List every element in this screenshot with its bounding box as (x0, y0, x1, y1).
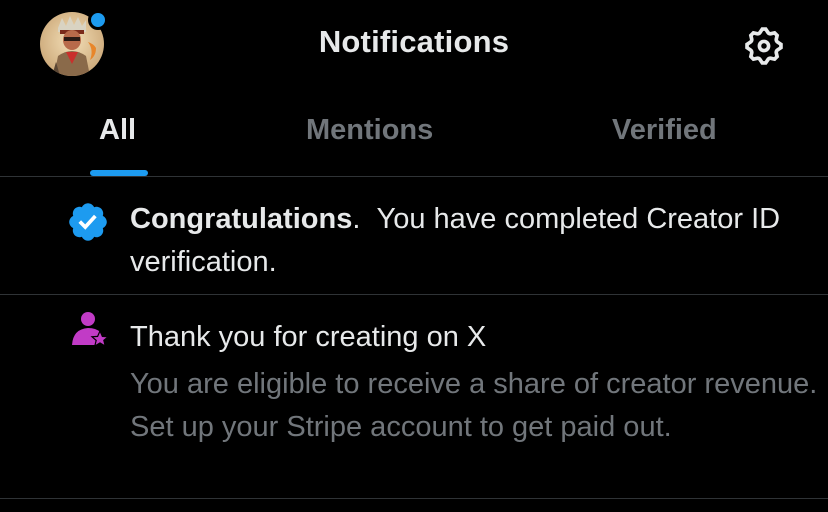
title-punctuation: . (352, 203, 361, 235)
notification-body: You are eligible to receive a share of c… (130, 368, 818, 443)
creator-star-icon (70, 311, 110, 356)
tab-verified[interactable]: Verified (560, 96, 828, 176)
top-header: Notifications (0, 0, 828, 88)
page-title: Notifications (318, 24, 510, 59)
tab-all-label: All (99, 114, 137, 146)
notification-text: Congratulations. You have completed Crea… (130, 198, 810, 284)
notification-tabs: All Mentions Verified (0, 96, 828, 176)
verified-badge-icon (66, 200, 110, 249)
notification-title: Thank you for creating on X (130, 321, 487, 353)
notification-divider (0, 498, 828, 499)
tab-mentions[interactable]: Mentions (240, 96, 520, 176)
notification-title: Congratulations (130, 203, 353, 235)
settings-button[interactable] (742, 24, 786, 68)
tab-mentions-label: Mentions (306, 114, 434, 146)
tab-all[interactable]: All (0, 96, 240, 176)
gear-icon (745, 27, 783, 65)
notification-item[interactable]: Congratulations. You have completed Crea… (0, 177, 828, 294)
notification-item[interactable]: Thank you for creating on X You are elig… (0, 295, 828, 498)
tab-verified-label: Verified (612, 114, 717, 146)
